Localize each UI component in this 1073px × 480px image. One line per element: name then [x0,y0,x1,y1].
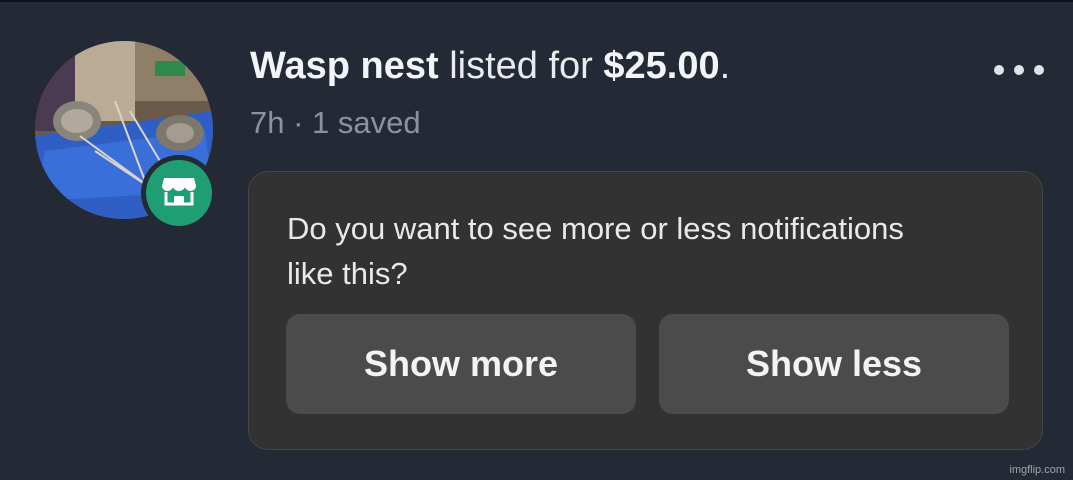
meta-separator: · [284,105,313,140]
top-divider [0,0,1073,2]
saved-count: 1 saved [312,105,421,140]
feedback-question: Do you want to see more or less notifica… [287,211,904,291]
show-more-button[interactable]: Show more [286,314,636,414]
marketplace-storefront-icon [161,175,197,212]
feedback-card: Do you want to see more or less notifica… [248,171,1043,450]
marketplace-badge [141,155,217,231]
listed-text: listed for [438,45,604,87]
notification-meta: 7h · 1 saved [250,103,421,143]
headline-period: . [719,45,731,87]
imgflip-watermark: imgflip.com [1009,464,1065,476]
item-name: Wasp nest [250,45,439,87]
more-options-button[interactable] [994,58,1044,82]
show-less-button[interactable]: Show less [659,314,1009,414]
item-price: $25.00 [603,45,720,87]
time-ago: 7h [250,105,285,140]
notification-avatar[interactable] [35,41,217,231]
more-horizontal-icon [994,65,1004,75]
notification-headline[interactable]: Wasp nest listed for $25.00. [250,44,730,88]
